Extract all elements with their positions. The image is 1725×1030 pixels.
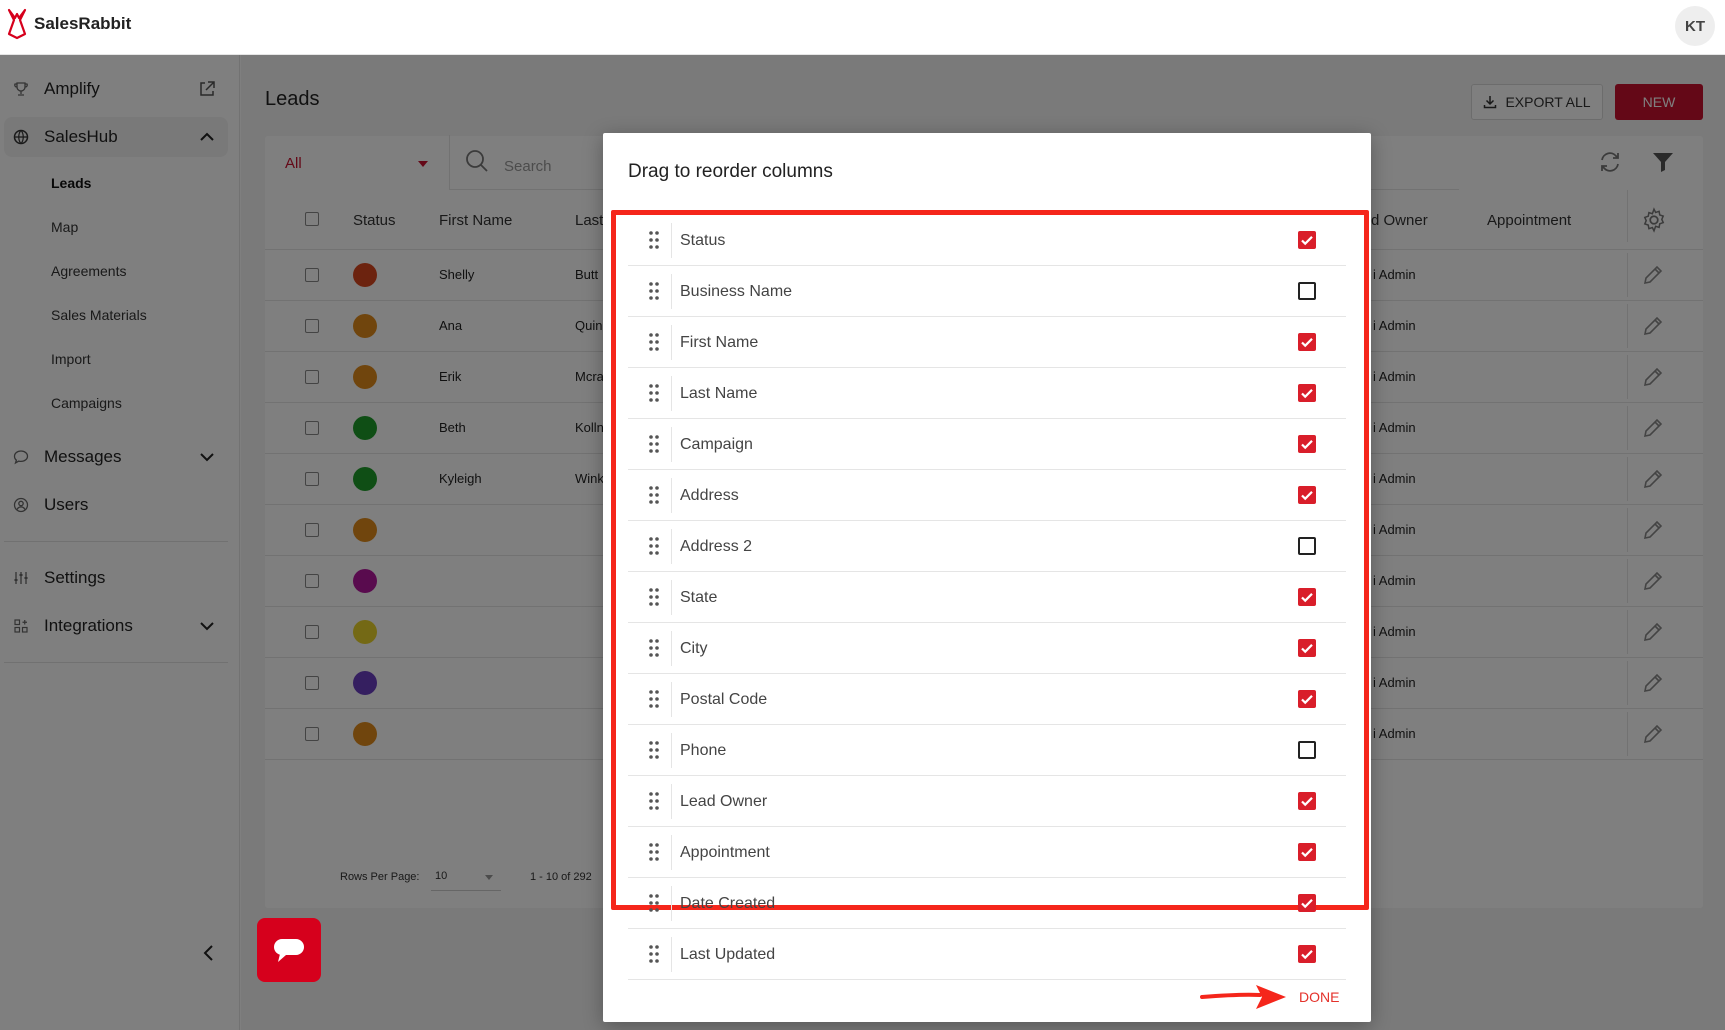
- handle-divider: [671, 835, 672, 870]
- drag-handle-icon[interactable]: [648, 893, 660, 913]
- drag-handle-icon[interactable]: [648, 536, 660, 556]
- handle-divider: [671, 631, 672, 666]
- handle-divider: [671, 733, 672, 768]
- column-label: Lead Owner: [680, 793, 768, 810]
- column-visibility-checkbox[interactable]: [1298, 588, 1316, 606]
- drag-handle-icon[interactable]: [648, 587, 660, 607]
- handle-divider: [671, 580, 672, 615]
- column-visibility-checkbox[interactable]: [1298, 537, 1316, 555]
- column-label: Date Created: [680, 895, 776, 912]
- checkmark-icon: [1301, 593, 1313, 603]
- handle-divider: [671, 784, 672, 819]
- column-label: Phone: [680, 742, 727, 759]
- done-button[interactable]: DONE: [1299, 989, 1339, 1005]
- logo[interactable]: SalesRabbit: [6, 8, 131, 40]
- checkmark-icon: [1301, 695, 1313, 705]
- column-list-item[interactable]: Appointment: [628, 827, 1346, 878]
- column-visibility-checkbox[interactable]: [1298, 894, 1316, 912]
- column-list-item[interactable]: Business Name: [628, 266, 1346, 317]
- column-list: Status Business Name First Name Last Name Ca…: [628, 215, 1346, 980]
- column-visibility-checkbox[interactable]: [1298, 639, 1316, 657]
- column-list-item[interactable]: Campaign: [628, 419, 1346, 470]
- column-visibility-checkbox[interactable]: [1298, 282, 1316, 300]
- column-label: Appointment: [680, 844, 770, 861]
- checkmark-icon: [1301, 389, 1313, 399]
- column-list-item[interactable]: Status: [628, 215, 1346, 266]
- checkmark-icon: [1301, 899, 1313, 909]
- column-label: Address: [680, 487, 739, 504]
- handle-divider: [671, 937, 672, 972]
- column-label: State: [680, 589, 718, 606]
- checkmark-icon: [1301, 491, 1313, 501]
- drag-handle-icon[interactable]: [648, 230, 660, 250]
- drag-handle-icon[interactable]: [648, 434, 660, 454]
- chat-bubble-icon: [274, 939, 304, 962]
- handle-divider: [671, 376, 672, 411]
- column-label: Postal Code: [680, 691, 768, 708]
- drag-handle-icon[interactable]: [648, 485, 660, 505]
- column-list-item[interactable]: City: [628, 623, 1346, 674]
- checkmark-icon: [1301, 338, 1313, 348]
- column-list-item[interactable]: Address: [628, 470, 1346, 521]
- drag-handle-icon[interactable]: [648, 689, 660, 709]
- checkmark-icon: [1301, 644, 1313, 654]
- drag-handle-icon[interactable]: [648, 332, 660, 352]
- drag-handle-icon[interactable]: [648, 791, 660, 811]
- column-visibility-checkbox[interactable]: [1298, 741, 1316, 759]
- column-label: City: [680, 640, 708, 657]
- column-visibility-checkbox[interactable]: [1298, 792, 1316, 810]
- column-visibility-checkbox[interactable]: [1298, 843, 1316, 861]
- column-list-item[interactable]: Postal Code: [628, 674, 1346, 725]
- column-list-item[interactable]: Last Name: [628, 368, 1346, 419]
- column-label: First Name: [680, 334, 759, 351]
- top-bar: SalesRabbit KT: [0, 0, 1725, 55]
- column-list-item[interactable]: Last Updated: [628, 929, 1346, 980]
- drag-handle-icon[interactable]: [648, 944, 660, 964]
- column-list-item[interactable]: State: [628, 572, 1346, 623]
- column-label: Business Name: [680, 283, 793, 300]
- column-list-item[interactable]: Phone: [628, 725, 1346, 776]
- handle-divider: [671, 427, 672, 462]
- column-label: Campaign: [680, 436, 753, 453]
- column-label: Status: [680, 232, 726, 249]
- column-list-item[interactable]: First Name: [628, 317, 1346, 368]
- checkmark-icon: [1301, 236, 1313, 246]
- handle-divider: [671, 325, 672, 360]
- column-visibility-checkbox[interactable]: [1298, 486, 1316, 504]
- column-visibility-checkbox[interactable]: [1298, 690, 1316, 708]
- app-name: SalesRabbit: [34, 14, 132, 33]
- drag-handle-icon[interactable]: [648, 281, 660, 301]
- column-visibility-checkbox[interactable]: [1298, 333, 1316, 351]
- handle-divider: [671, 223, 672, 258]
- drag-handle-icon[interactable]: [648, 638, 660, 658]
- column-visibility-checkbox[interactable]: [1298, 384, 1316, 402]
- column-list-item[interactable]: Lead Owner: [628, 776, 1346, 827]
- dialog-title: Drag to reorder columns: [628, 161, 833, 182]
- chat-launcher-button[interactable]: [257, 918, 321, 982]
- handle-divider: [671, 478, 672, 513]
- rabbit-logo-icon: [7, 8, 27, 40]
- handle-divider: [671, 529, 672, 564]
- column-label: Last Name: [680, 385, 758, 402]
- drag-handle-icon[interactable]: [648, 383, 660, 403]
- column-visibility-checkbox[interactable]: [1298, 945, 1316, 963]
- reorder-columns-dialog: Drag to reorder columns Status Business N…: [603, 133, 1371, 1022]
- column-label: Last Updated: [680, 946, 776, 963]
- checkmark-icon: [1301, 950, 1313, 960]
- checkmark-icon: [1301, 848, 1313, 858]
- column-visibility-checkbox[interactable]: [1298, 231, 1316, 249]
- drag-handle-icon[interactable]: [648, 842, 660, 862]
- drag-handle-icon[interactable]: [648, 740, 660, 760]
- checkmark-icon: [1301, 797, 1313, 807]
- column-label: Address 2: [680, 538, 753, 555]
- user-avatar[interactable]: KT: [1675, 6, 1715, 46]
- handle-divider: [671, 682, 672, 717]
- handle-divider: [671, 274, 672, 309]
- checkmark-icon: [1301, 440, 1313, 450]
- column-list-item[interactable]: Date Created: [628, 878, 1346, 929]
- column-list-item[interactable]: Address 2: [628, 521, 1346, 572]
- arrow-annotation-icon: [1200, 985, 1286, 1009]
- column-visibility-checkbox[interactable]: [1298, 435, 1316, 453]
- handle-divider: [671, 886, 672, 921]
